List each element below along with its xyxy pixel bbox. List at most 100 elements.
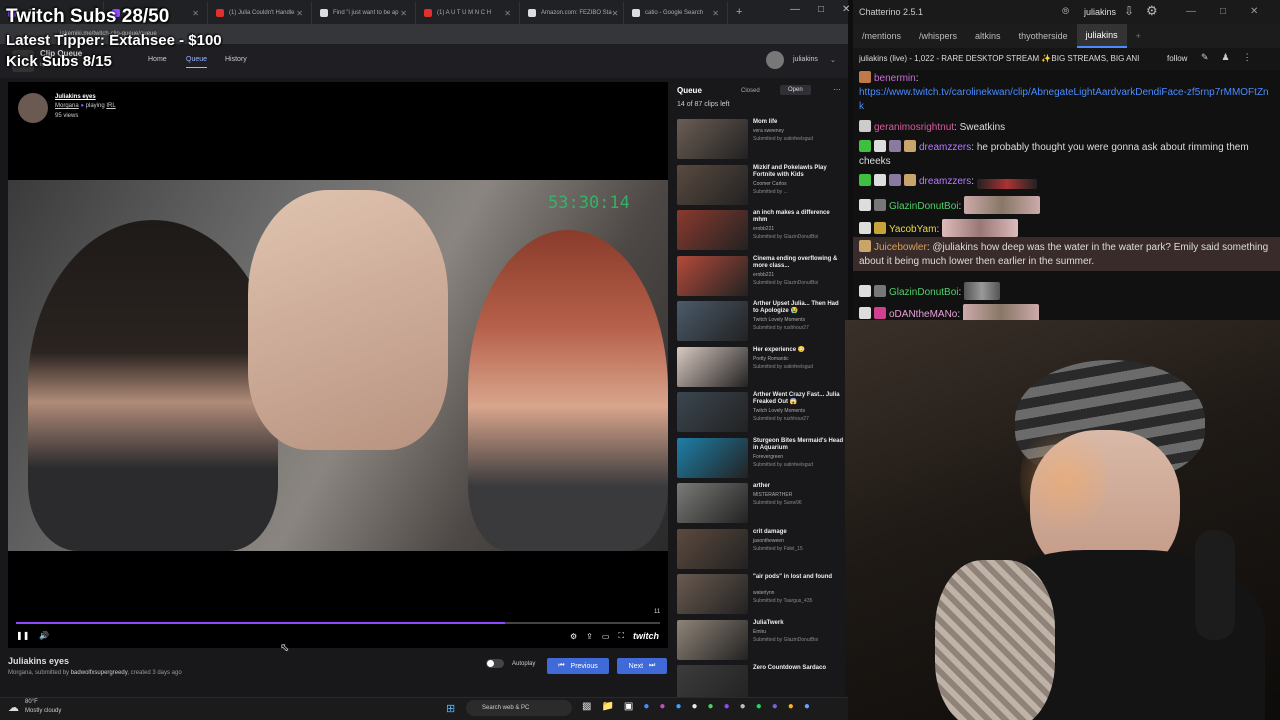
maximize-icon[interactable]: □ [818,4,824,15]
clip-thumbnail[interactable] [677,164,748,205]
emote-icon[interactable] [942,219,1018,237]
clip-thumbnail[interactable] [677,528,748,569]
browser-tab[interactable]: Amazon.com: FEZIBO Sta ✕ [520,2,624,24]
new-tab-icon[interactable]: + [736,6,742,18]
edit-icon[interactable]: ✎ [1201,52,1209,63]
edge-icon[interactable]: ● [675,701,681,712]
app-icon[interactable]: ● [692,701,698,712]
queue-item[interactable]: Cinema ending overflowing & more class..… [677,255,845,300]
queue-item[interactable]: Mom life vera sweeney Submitted by satinfe… [677,119,845,163]
close-icon[interactable]: ✕ [1250,6,1258,17]
browser-tab[interactable]: (1) A U T U M N C H ✕ [416,2,520,24]
fullscreen-icon[interactable]: ⛶ [618,631,624,641]
clip-thumbnail[interactable] [677,437,748,478]
clip-channel[interactable]: Morgana [8,670,32,676]
emote-icon[interactable] [964,196,1041,214]
update-icon[interactable]: ⇩ [1124,4,1134,18]
queue-item[interactable]: Arther Upset Julia... Then Had to Apolog… [677,301,845,345]
queue-item[interactable]: JuliaTwerk Emiru Submitted by GlazinDonutB… [677,619,845,664]
chat-username[interactable]: dreamzzers [919,142,971,153]
theater-icon[interactable]: ▭ [602,632,610,641]
tab-mentions[interactable]: /mentions [853,24,910,48]
app-icon[interactable]: ● [740,701,746,712]
app-icon[interactable]: ● [659,701,665,712]
chat-username[interactable]: GlazinDonutBoi [889,201,958,212]
windows-start-icon[interactable]: ⊞ [446,702,455,715]
queue-open-button[interactable]: Open [780,85,811,95]
clip-thumbnail[interactable] [677,301,748,341]
pause-icon[interactable]: ❚❚ [16,631,29,640]
progress-fill[interactable] [16,622,506,624]
volume-icon[interactable]: 🔊 [39,631,49,640]
previous-button[interactable]: ⏮ Previous [547,658,609,674]
store-icon[interactable]: ▣ [624,701,633,712]
chrome-icon[interactable]: ● [708,701,714,712]
close-tab-icon[interactable]: ✕ [296,9,303,18]
users-icon[interactable]: ♟ [1222,52,1230,63]
file-explorer-icon[interactable]: 📁 [601,701,613,712]
more-icon[interactable]: ⋯ [833,85,841,94]
close-icon[interactable]: ✕ [842,4,850,15]
emote-icon[interactable] [976,179,1037,189]
queue-item[interactable]: Mizkif and Pokelawls Play Fortnite with … [677,164,845,209]
task-view-icon[interactable]: ▩ [582,701,591,712]
nav-home[interactable]: Home [148,56,167,63]
add-tab-icon[interactable]: + [1127,24,1150,48]
minimize-icon[interactable]: — [790,4,800,15]
emote-icon[interactable] [964,282,1001,300]
discord-icon[interactable]: ● [772,701,778,712]
chat-username[interactable]: GlazinDonutBoi [889,287,958,298]
gear-icon[interactable]: ⚙ [570,632,577,641]
tab-altkins[interactable]: altkins [966,24,1010,48]
tab-juliakins[interactable]: juliakins [1076,24,1127,48]
close-tab-icon[interactable]: ✕ [712,9,719,18]
video-frame[interactable] [8,180,668,551]
share-icon[interactable]: ⇪ [586,632,593,641]
weather-icon[interactable]: ☁ [8,701,19,714]
queue-item[interactable]: arther MISTERARTHER Submitted by Sanw96 [677,483,845,527]
nav-history[interactable]: History [225,56,247,63]
taskbar-search[interactable]: Search web & PC [466,700,572,716]
chat-username[interactable]: dreamzzers [919,176,971,187]
browser-tab[interactable]: catio - Google Search ✕ [624,2,728,24]
clip-title-link[interactable]: Juliakins eyes [55,94,96,100]
browser-tab[interactable]: (1) Julia Couldn't Handle ✕ [208,2,312,24]
clip-thumbnail[interactable] [677,392,748,432]
clip-thumbnail[interactable] [677,619,748,660]
emote-icon[interactable] [962,304,1039,320]
queue-item[interactable]: crit damage jasontheween Submitted by Fide… [677,528,845,573]
weather-temp[interactable]: 80°F [25,699,38,705]
clip-thumbnail[interactable] [677,346,748,387]
clip-thumbnail[interactable] [677,255,748,296]
close-tab-icon[interactable]: ✕ [192,9,199,18]
queue-closed-button[interactable]: Closed [735,86,766,96]
minimize-icon[interactable]: — [1186,6,1196,17]
twitch-icon[interactable]: ● [724,701,730,712]
chat-username[interactable]: geranimosrightnut [874,122,954,133]
clip-thumbnail[interactable] [677,574,748,614]
user-menu[interactable]: juliakins [793,56,818,63]
close-tab-icon[interactable]: ✕ [504,9,511,18]
clip-channel-link[interactable]: Morgana [55,103,79,109]
queue-item[interactable]: an inch makes a difference mhm erobb221 Su… [677,210,845,254]
clip-category-link[interactable]: IRL [106,103,115,109]
toggle-switch[interactable] [486,659,504,668]
close-tab-icon[interactable]: ✕ [612,9,619,18]
chevron-down-icon[interactable]: ⌄ [830,56,836,64]
app-icon[interactable]: ● [788,701,794,712]
more-icon[interactable]: ⋮ [1243,52,1252,63]
browser-tab[interactable]: Find "i just want to be ap ✕ [312,2,416,24]
queue-item[interactable]: Arther Went Crazy Fast... Julia Freaked … [677,392,845,436]
twitch-logo[interactable]: twitch [633,631,659,641]
nav-queue[interactable]: Queue [186,56,208,68]
weather-desc[interactable]: Mostly cloudy [25,708,61,714]
autoplay-toggle[interactable]: Autoplay [486,659,535,668]
clip-thumbnail[interactable] [677,483,748,523]
chat-username[interactable]: oDANtheMANo [889,309,957,320]
maximize-icon[interactable]: □ [1220,6,1226,17]
chat-username[interactable]: YacobYam [889,224,936,235]
queue-item[interactable]: "air pods" in lost and found waterlynn Sub… [677,574,845,618]
avatar[interactable] [766,51,784,69]
queue-item[interactable]: Sturgeon Bites Mermaid's Head in Aquariu… [677,437,845,482]
chat-username[interactable]: benermin [874,73,916,84]
